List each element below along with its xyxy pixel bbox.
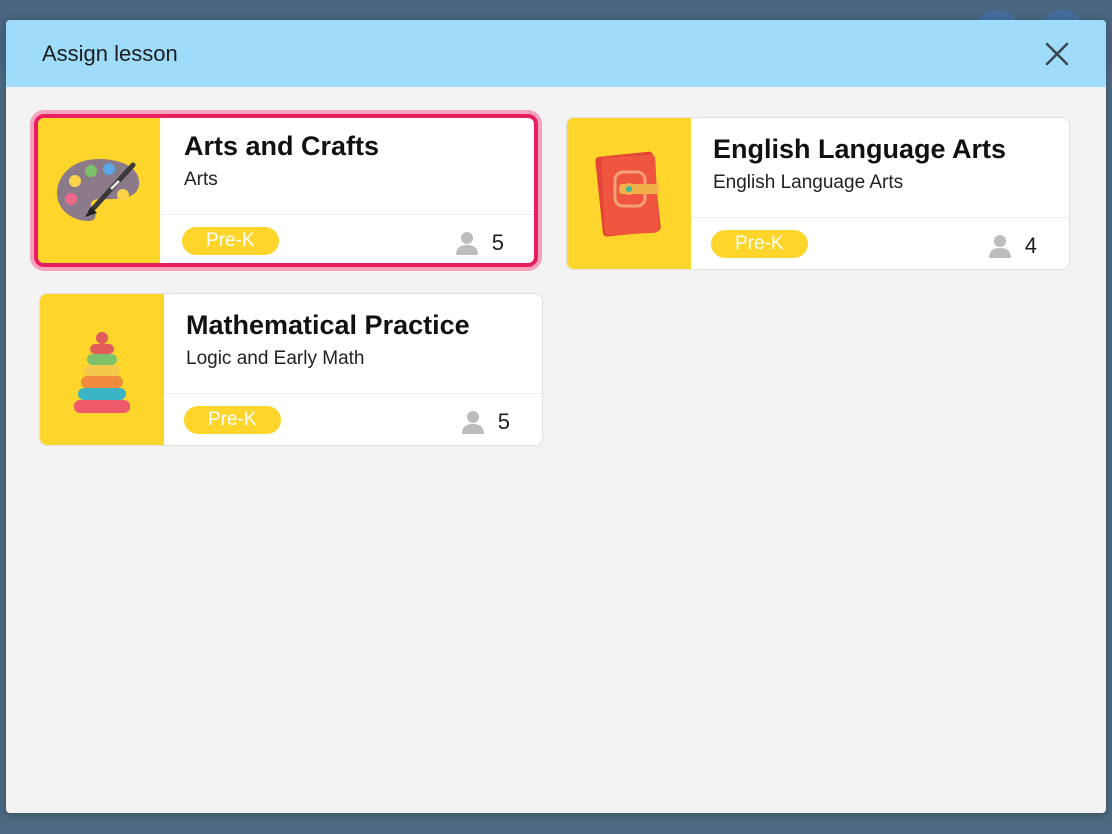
lesson-card-arts-and-crafts[interactable]: Arts and Crafts Arts Pre-K 5	[34, 114, 538, 267]
card-divider	[164, 393, 542, 394]
student-count: 5	[455, 230, 504, 256]
student-count-value: 5	[491, 230, 504, 255]
close-icon	[1045, 42, 1069, 66]
lesson-title: Arts and Crafts	[184, 131, 380, 161]
close-button[interactable]	[1044, 41, 1070, 67]
dialog-title: Assign lesson	[42, 41, 178, 66]
palette-icon	[57, 158, 140, 221]
lesson-thumbnail	[567, 118, 691, 269]
card-divider	[691, 217, 1069, 218]
dialog-header: Assign lesson	[6, 20, 1106, 87]
lesson-subject: Arts	[184, 169, 218, 190]
grade-badge: Pre-K	[711, 230, 808, 258]
card-divider	[162, 214, 534, 215]
student-count-value: 4	[1024, 233, 1037, 258]
lesson-subject: Logic and Early Math	[186, 348, 365, 369]
lesson-title: English Language Arts	[713, 134, 1007, 164]
lesson-thumbnail	[38, 118, 160, 263]
lesson-title: Mathematical Practice	[186, 310, 470, 340]
stacking-rings-icon	[74, 331, 130, 413]
lesson-subject: English Language Arts	[713, 172, 904, 193]
assign-lesson-dialog: Assign lesson Arts and Crafts Arts Pre-K…	[6, 20, 1106, 813]
student-count: 5	[461, 409, 510, 435]
person-icon	[988, 235, 1011, 258]
lesson-thumbnail	[40, 294, 164, 445]
person-icon	[461, 411, 484, 434]
lesson-card-english-language-arts[interactable]: English Language Arts English Language A…	[566, 117, 1070, 270]
student-count-value: 5	[497, 409, 510, 434]
student-count: 4	[988, 233, 1037, 259]
person-icon	[455, 232, 478, 255]
book-icon	[595, 151, 661, 237]
lesson-grid: Arts and Crafts Arts Pre-K 5 English Lan…	[6, 87, 1106, 813]
grade-badge: Pre-K	[184, 406, 281, 434]
lesson-card-mathematical-practice[interactable]: Mathematical Practice Logic and Early Ma…	[39, 293, 543, 446]
grade-badge: Pre-K	[182, 227, 279, 255]
